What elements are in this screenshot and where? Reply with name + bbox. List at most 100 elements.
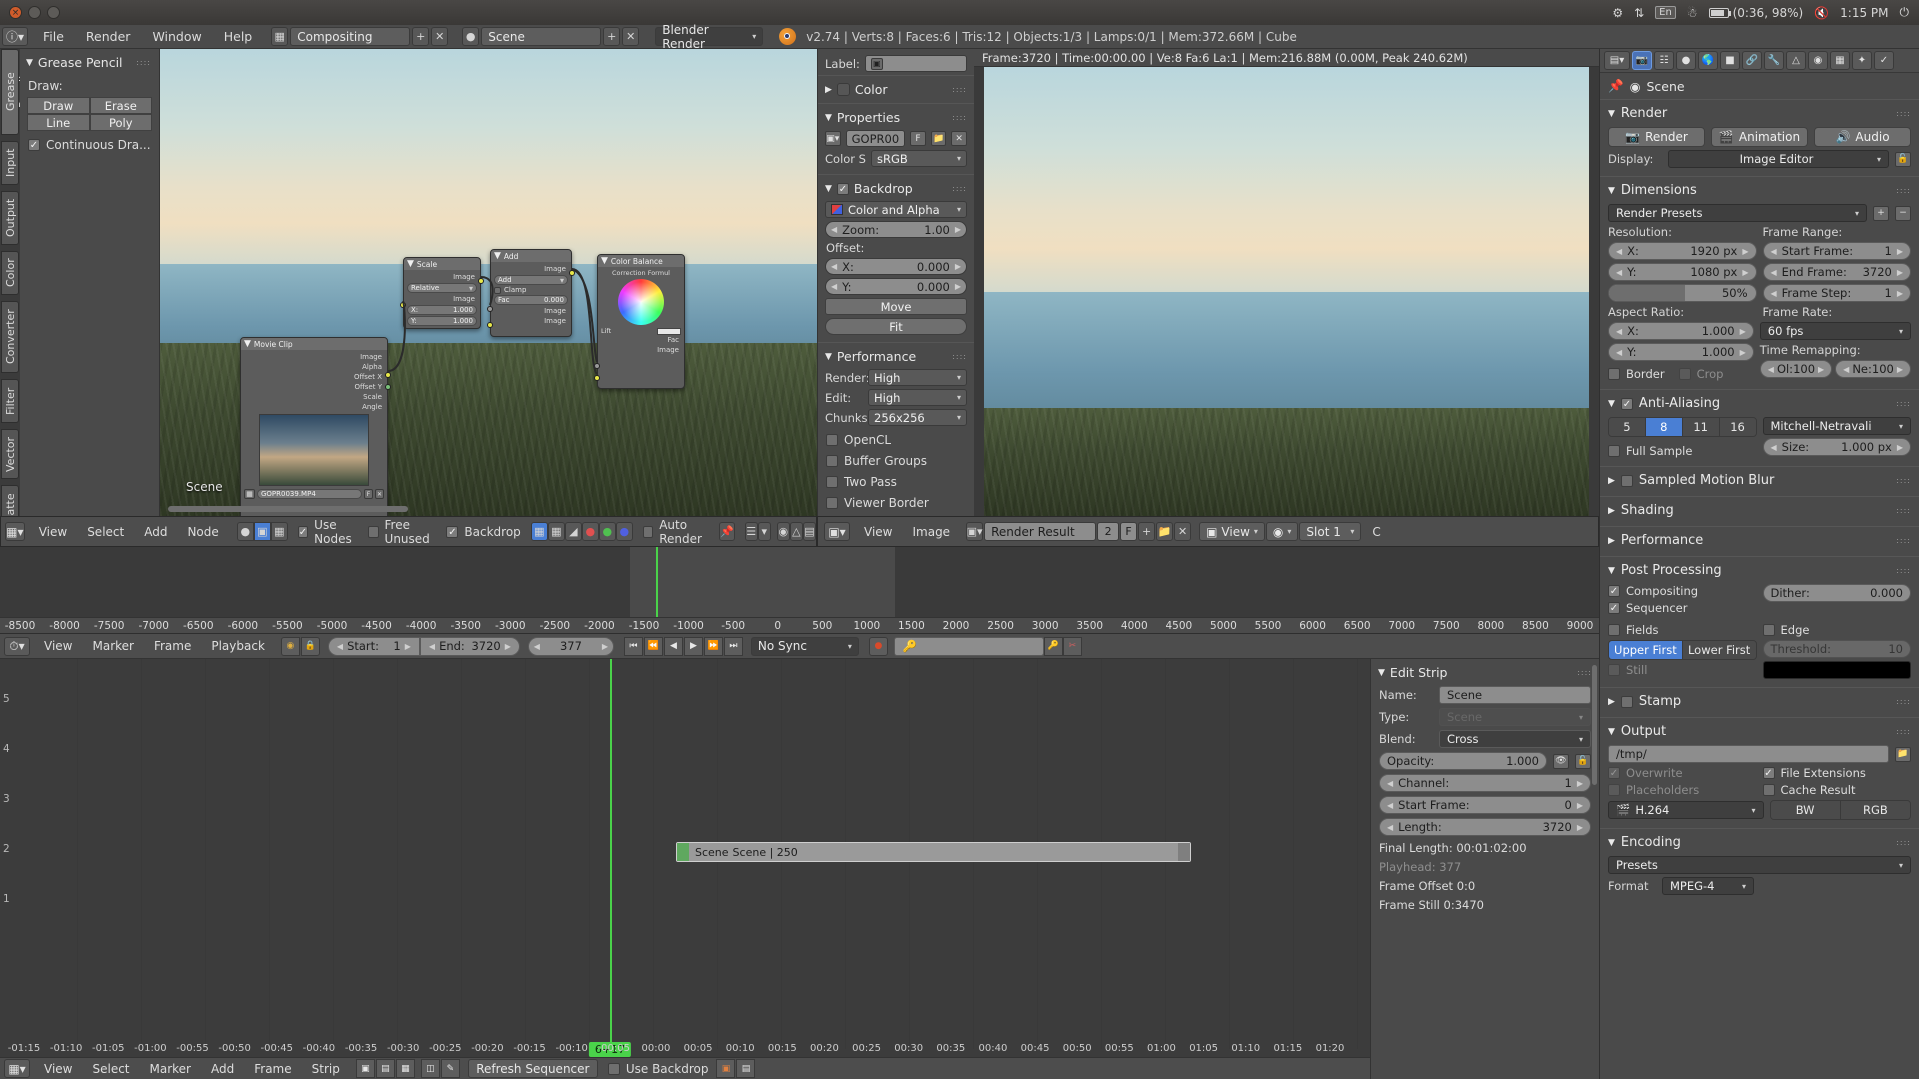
- timeline-menu-frame[interactable]: Frame: [144, 637, 201, 655]
- backdrop-toggle-row[interactable]: ✓ Backdrop: [446, 525, 521, 539]
- window-maximize-button[interactable]: [47, 6, 60, 19]
- delete-keyframe-icon[interactable]: ✂: [1062, 636, 1082, 656]
- border-checkbox[interactable]: ✓: [1608, 368, 1620, 380]
- image-editor[interactable]: Frame:3720 | Time:00:00.00 | Ve:8 Fa:6 L…: [974, 49, 1599, 516]
- prev-keyframe-icon[interactable]: ⏪: [643, 636, 663, 656]
- strip-left-handle[interactable]: [677, 843, 689, 861]
- render-audio-button[interactable]: 🔊 Audio: [1814, 127, 1911, 147]
- sequence-strip[interactable]: Scene Scene | 250: [676, 842, 1191, 862]
- add-fac-field[interactable]: Fac 0.000: [494, 295, 568, 305]
- dimensions-section-header[interactable]: ▼ Dimensions ::::: [1600, 180, 1919, 201]
- timeline-start-frame[interactable]: ◀ Start: 1 ▶: [327, 636, 420, 656]
- properties-section-header[interactable]: ▼ Properties ::::: [818, 108, 974, 127]
- node-menu-select[interactable]: Select: [77, 523, 134, 541]
- poly-button[interactable]: Poly: [89, 114, 152, 131]
- editor-type-properties-icon[interactable]: ▤▾: [1604, 51, 1630, 70]
- tab-color[interactable]: Color: [1, 251, 19, 295]
- sync-mode-select[interactable]: No Sync ▾: [750, 636, 859, 656]
- channel-green-icon[interactable]: ●: [598, 522, 616, 541]
- aa-samples-16[interactable]: 16: [1719, 418, 1756, 436]
- add-operation-select[interactable]: Add ▾: [494, 275, 568, 285]
- cb-fac-socket[interactable]: [594, 363, 600, 369]
- battery-indicator[interactable]: (0:36, 98%): [1708, 6, 1803, 20]
- add-preset-icon[interactable]: +: [1873, 205, 1889, 221]
- snap-icon[interactable]: ☰: [744, 522, 758, 541]
- image-menu-image[interactable]: Image: [902, 523, 960, 541]
- perf-render-select[interactable]: High ▾: [868, 369, 967, 386]
- aspect-x-field[interactable]: ◀ X: 1.000 ▶: [1608, 322, 1754, 340]
- node-menu-node[interactable]: Node: [177, 523, 228, 541]
- edit-strip-header[interactable]: ▼ Edit Strip ::::: [1371, 659, 1599, 682]
- backdrop-fit-button[interactable]: Fit: [825, 318, 967, 335]
- image-menu-view[interactable]: View: [854, 523, 902, 541]
- falloff-icon[interactable]: △: [789, 522, 803, 541]
- edge-checkbox[interactable]: ✓: [1762, 624, 1775, 636]
- free-unused-checkbox[interactable]: ✓: [368, 525, 379, 538]
- cache-result-row[interactable]: ✓ Cache Result: [1762, 783, 1912, 797]
- pin-icon[interactable]: 📌: [1608, 78, 1624, 94]
- seq-display-both-icon[interactable]: ▦: [395, 1059, 415, 1078]
- editor-type-sequencer-icon[interactable]: ▦▾: [4, 1059, 30, 1078]
- open-image-icon[interactable]: 📁: [930, 131, 947, 146]
- scale-y-field[interactable]: Y: 1.000: [407, 316, 477, 326]
- strip-opacity-field[interactable]: Opacity: 1.000: [1379, 752, 1547, 770]
- tab-texture[interactable]: ▦: [1830, 51, 1850, 70]
- aspect-y-field[interactable]: ◀ Y: 1.000 ▶: [1608, 343, 1754, 361]
- perf-edit-select[interactable]: High ▾: [868, 389, 967, 406]
- motion-blur-checkbox[interactable]: ✓: [1620, 474, 1633, 487]
- editor-type-timeline-icon[interactable]: ⏱▾: [4, 636, 30, 656]
- timeline-end-frame[interactable]: ◀ End: 3720 ▶: [419, 636, 520, 656]
- image-users-count[interactable]: 2: [1097, 522, 1120, 541]
- timeline-menu-marker[interactable]: Marker: [82, 637, 143, 655]
- tab-particles[interactable]: ✦: [1852, 51, 1872, 70]
- tab-material[interactable]: ◉: [1808, 51, 1828, 70]
- tab-world[interactable]: 🌎: [1698, 51, 1718, 70]
- anti-aliasing-checkbox[interactable]: ✓: [1620, 397, 1633, 410]
- render-animation-button[interactable]: 🎬 Animation: [1711, 127, 1808, 147]
- image-unlink-icon[interactable]: ✕: [1174, 522, 1192, 541]
- tab-physics[interactable]: ✓: [1874, 51, 1894, 70]
- tab-output[interactable]: Output: [1, 191, 19, 245]
- tab-render-layers[interactable]: ☷: [1654, 51, 1674, 70]
- use-backdrop-checkbox[interactable]: ✓: [607, 1062, 620, 1075]
- strip-start-frame-field[interactable]: ◀ Start Frame: 0 ▶: [1379, 796, 1591, 814]
- output-socket-alpha[interactable]: [385, 384, 391, 390]
- node-color-balance[interactable]: ▼ Color Balance Correction Formul Lift F…: [594, 254, 685, 389]
- shading-section[interactable]: ▶ Shading ::::: [1600, 496, 1919, 526]
- strip-length-field[interactable]: ◀ Length: 3720 ▶: [1379, 818, 1591, 836]
- tab-scene[interactable]: ●: [1676, 51, 1696, 70]
- backdrop-move-button[interactable]: Move: [825, 298, 967, 315]
- border-row[interactable]: ✓ Border: [1608, 367, 1665, 381]
- sequencer-editor[interactable]: 54321 Scene Scene | 250 6+17 -01:15 -01:1…: [0, 659, 1370, 1079]
- channel-color-icon[interactable]: ▦: [547, 522, 565, 541]
- screen-layout-icon[interactable]: ▦: [271, 27, 289, 46]
- node-add[interactable]: ▼ Add Image Add▾ ✓ Clamp Fac 0.000 Image…: [487, 249, 575, 337]
- opencl-checkbox[interactable]: ✓: [826, 434, 838, 446]
- image-datablock-icon[interactable]: ▣▾: [825, 131, 841, 146]
- aa-samples-11[interactable]: 11: [1682, 418, 1720, 436]
- strip-lock-icon[interactable]: 🔓: [1575, 753, 1591, 769]
- node-scale-header[interactable]: ▼ Scale: [404, 258, 480, 270]
- channel-blue-icon[interactable]: ●: [615, 522, 633, 541]
- seq-menu-view[interactable]: View: [34, 1060, 82, 1078]
- backdrop-channels-select[interactable]: Color and Alpha ▾: [825, 201, 967, 218]
- start-frame-field[interactable]: ◀ Start Frame: 1 ▶: [1762, 242, 1911, 260]
- lock-icon[interactable]: 🔒: [300, 636, 320, 656]
- strip-blend-select[interactable]: Cross ▾: [1439, 730, 1591, 748]
- color-toggle-checkbox[interactable]: [836, 83, 850, 96]
- compositing-checkbox[interactable]: ✓: [1608, 585, 1620, 597]
- image-add-icon[interactable]: +: [1138, 522, 1156, 541]
- strip-channel-field[interactable]: ◀ Channel: 1 ▶: [1379, 774, 1591, 792]
- seq-grease-pencil-icon[interactable]: ✎: [440, 1059, 460, 1078]
- use-nodes-checkbox[interactable]: ✓: [297, 525, 309, 538]
- proportional-icon[interactable]: ◉: [776, 522, 790, 541]
- volume-muted-icon[interactable]: 🔇: [1814, 6, 1829, 20]
- window-close-button[interactable]: ×: [9, 6, 22, 19]
- tab-converter[interactable]: Converter: [1, 301, 19, 373]
- node-color-balance-header[interactable]: ▼ Color Balance: [598, 255, 684, 267]
- strip-mute-eye-icon[interactable]: 👁: [1553, 753, 1569, 769]
- viewer-border-row[interactable]: ✓ Viewer Border: [826, 496, 966, 510]
- bw-button[interactable]: BW: [1770, 801, 1841, 819]
- render-section-header[interactable]: ▼ Render ::::: [1600, 103, 1919, 124]
- stamp-header[interactable]: ▶ ✓ Stamp ::::: [1600, 691, 1919, 712]
